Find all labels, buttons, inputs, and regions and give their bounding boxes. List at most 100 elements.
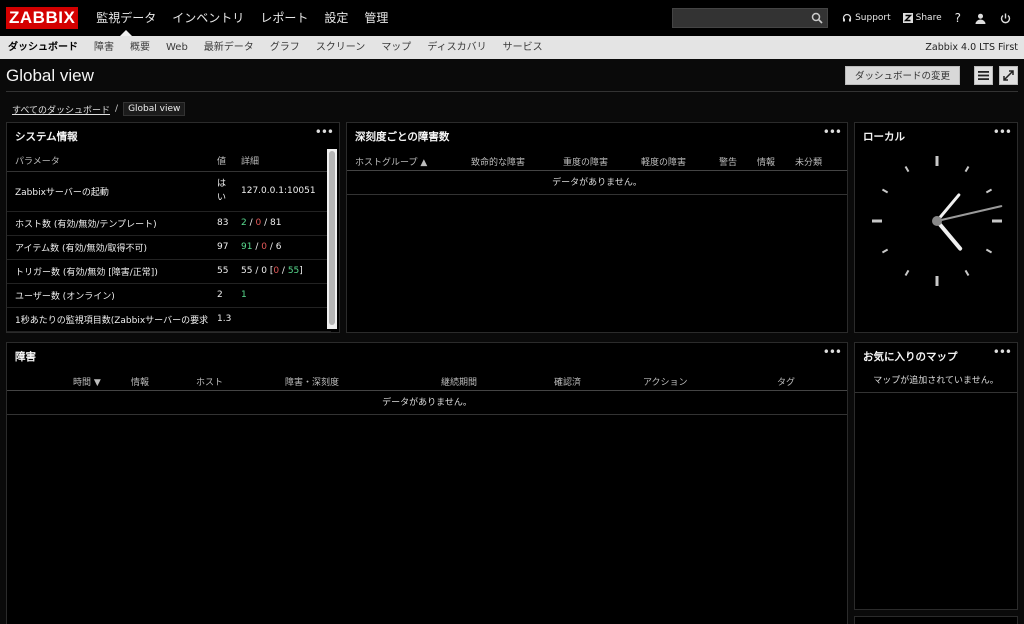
header-buttons: ダッシュボードの変更: [844, 66, 1018, 85]
widget-title: 深刻度ごとの障害数: [355, 131, 450, 143]
table-row: Zabbixサーバーの起動 はい 127.0.0.1:10051: [7, 171, 331, 212]
value-cell: 1.3: [217, 307, 241, 332]
column-disaster: 致命的な障害: [471, 158, 526, 168]
edit-dashboard-button[interactable]: ダッシュボードの変更: [844, 66, 960, 85]
list-icon: [978, 71, 989, 80]
breadcrumb-current: Global view: [123, 102, 186, 116]
zabbix-logo[interactable]: ZABBIX: [6, 7, 79, 29]
clock-tick: [904, 165, 910, 173]
value-cell: はい: [217, 171, 241, 212]
menu-inventory[interactable]: インベントリ: [164, 0, 252, 36]
menu-reports[interactable]: レポート: [252, 0, 316, 36]
widget-problems: 障害 ••• 時間 ▼ 情報 ホスト 障害・深刻度 継続期間 確認済 アクション…: [6, 342, 848, 624]
widget-title: システム情報: [15, 131, 78, 143]
clock-tick: [964, 269, 970, 277]
column-not-classified: 未分類: [795, 158, 823, 168]
table-row: トリガー数 (有効/無効 [障害/正常]) 55 55 / 0 [0 / 55]: [7, 259, 331, 284]
detail-cell: 2 / 0 / 81: [241, 211, 331, 236]
param-cell: 1秒あたりの監視項目数(Zabbixサーバーの要求: [7, 307, 217, 332]
column-information: 情報: [757, 158, 776, 168]
detail-cell: 1: [241, 283, 331, 308]
value-cell: 2: [217, 283, 241, 308]
subnav-problems[interactable]: 障害: [86, 36, 122, 59]
menu-administration[interactable]: 管理: [356, 0, 396, 36]
subnav-graphs[interactable]: グラフ: [262, 36, 308, 59]
widget-menu-icon[interactable]: •••: [993, 345, 1012, 359]
support-label: Support: [855, 13, 891, 23]
help-label: ?: [954, 11, 961, 25]
scrollbar-thumb[interactable]: [329, 151, 335, 325]
clock-tick: [904, 269, 910, 277]
clock-tick: [964, 165, 970, 173]
help-icon[interactable]: ?: [955, 11, 961, 25]
analog-clock: [872, 156, 1003, 286]
widget-menu-icon[interactable]: •••: [993, 125, 1012, 139]
headset-icon: [842, 13, 852, 22]
subnav-latest-data[interactable]: 最新データ: [196, 36, 262, 59]
column-problem-severity: 障害・深刻度: [285, 378, 340, 388]
header-divider: [6, 91, 1018, 92]
breadcrumb: すべてのダッシュボード / Global view: [12, 102, 186, 116]
no-data-message: データがありません。: [347, 171, 847, 195]
subnav-maps[interactable]: マップ: [373, 36, 419, 59]
subnav-dashboard[interactable]: ダッシュボード: [0, 36, 86, 59]
table-row: ホスト数 (有効/無効/テンプレート) 83 2 / 0 / 81: [7, 211, 331, 236]
widget-menu-icon[interactable]: •••: [823, 125, 842, 139]
menu-configuration[interactable]: 設定: [316, 0, 356, 36]
support-link[interactable]: Support: [842, 13, 891, 23]
value-cell: 83: [217, 211, 241, 236]
search-icon[interactable]: [811, 12, 823, 27]
sign-out-icon[interactable]: [1000, 13, 1011, 24]
column-time[interactable]: 時間 ▼: [73, 375, 101, 388]
main-menu: 監視データ インベントリ レポート 設定 管理: [88, 0, 396, 36]
fullscreen-icon: [1003, 70, 1014, 81]
column-average: 軽度の障害: [641, 158, 687, 168]
param-cell: トリガー数 (有効/無効 [障害/正常]): [7, 259, 217, 284]
table-header: ホストグループ ▲ 致命的な障害 重度の障害 軽度の障害 警告 情報 未分類: [347, 151, 847, 171]
subnav-discovery[interactable]: ディスカバリ: [419, 36, 494, 59]
user-profile-icon[interactable]: [975, 13, 986, 24]
column-host-group[interactable]: ホストグループ ▲: [355, 155, 427, 168]
enabled-count: 91: [241, 242, 253, 252]
disabled-count: 0: [255, 218, 262, 228]
version-label: Zabbix 4.0 LTS First: [925, 42, 1018, 53]
widget-partial: [854, 616, 1018, 624]
widget-favourite-maps: お気に入りのマップ ••• マップが追加されていません。: [854, 342, 1018, 610]
column-parameter: パラメータ: [7, 151, 217, 172]
table-header: 時間 ▼ 情報 ホスト 障害・深刻度 継続期間 確認済 アクション タグ: [7, 371, 847, 391]
column-value: 値: [217, 151, 241, 172]
disabled-count: 0: [261, 242, 267, 252]
no-data-message: データがありません。: [7, 391, 847, 415]
vertical-scrollbar[interactable]: [327, 149, 337, 329]
detail-cell: 55 / 0 [0 / 55]: [241, 259, 331, 284]
subnav-overview[interactable]: 概要: [122, 36, 158, 59]
widget-local-clock: ローカル •••: [854, 122, 1018, 333]
subnav-screens[interactable]: スクリーン: [308, 36, 374, 59]
search-box: [672, 8, 829, 28]
clock-tick: [985, 248, 993, 254]
enabled-count: 55: [241, 266, 253, 276]
no-maps-message: マップが追加されていません。: [855, 369, 1017, 393]
column-actions: アクション: [643, 378, 688, 388]
widget-menu-icon[interactable]: •••: [315, 125, 334, 139]
widget-title: 障害: [15, 351, 36, 363]
widget-title: お気に入りのマップ: [863, 351, 958, 363]
subnav-web[interactable]: Web: [158, 36, 196, 59]
menu-monitoring[interactable]: 監視データ: [88, 0, 164, 36]
column-duration: 継続期間: [441, 378, 478, 388]
widget-problems-by-severity: 深刻度ごとの障害数 ••• ホストグループ ▲ 致命的な障害 重度の障害 軽度の…: [346, 122, 848, 333]
widget-menu-icon[interactable]: •••: [823, 345, 842, 359]
share-link[interactable]: Share: [902, 13, 942, 23]
detail-cell: [241, 307, 331, 332]
ok-count: 55: [287, 266, 300, 276]
subnav-services[interactable]: サービス: [495, 36, 551, 59]
fullscreen-button[interactable]: [999, 66, 1018, 85]
widget-title: ローカル: [863, 131, 905, 143]
breadcrumb-all-dashboards[interactable]: すべてのダッシュボード: [12, 103, 110, 116]
search-input[interactable]: [673, 9, 804, 27]
clock-center: [932, 216, 942, 226]
online-count: 1: [241, 290, 247, 300]
table-row: アイテム数 (有効/無効/取得不可) 97 91 / 0 / 6: [7, 235, 331, 260]
dashboard-actions-button[interactable]: [974, 66, 993, 85]
column-warning: 警告: [719, 158, 738, 168]
